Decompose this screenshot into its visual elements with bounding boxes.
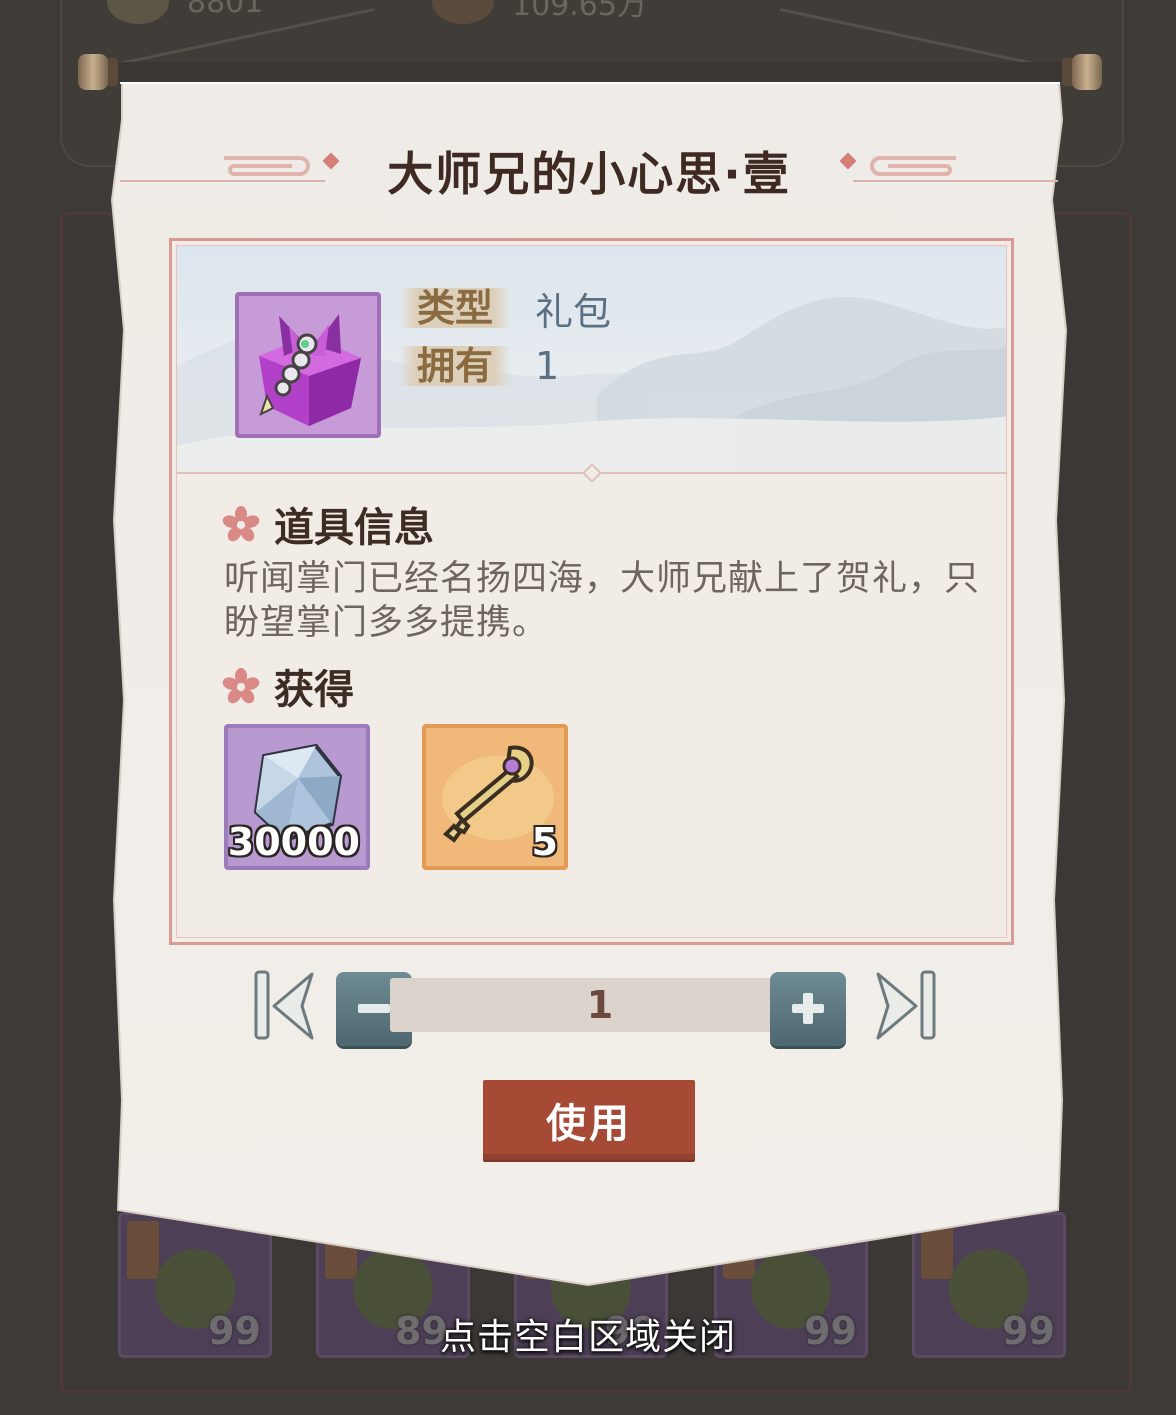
reward-slot-key[interactable]: 5 xyxy=(422,724,568,870)
reward-slot-crystal[interactable]: 30000 xyxy=(224,724,370,870)
item-detail-card: 类型 礼包 拥有 1 道具信息 听闻掌门已经名扬四海，大师兄献上了贺礼，只盼望掌… xyxy=(169,238,1014,945)
item-description: 听闻掌门已经名扬四海，大师兄献上了贺礼，只盼望掌门多多提携。 xyxy=(224,559,981,643)
item-type-value: 礼包 xyxy=(535,289,612,334)
divider xyxy=(177,463,1006,483)
item-info-heading: 道具信息 xyxy=(222,499,434,551)
reward-count: 5 xyxy=(531,820,558,864)
item-info-title: 道具信息 xyxy=(274,505,434,551)
rod-end-left xyxy=(78,54,108,90)
item-owned-row: 拥有 1 xyxy=(399,344,559,388)
dialog-title-row: 大师兄的小心思·壹 xyxy=(120,130,1058,210)
item-type-row: 类型 礼包 xyxy=(399,286,611,334)
quantity-value[interactable]: 1 xyxy=(390,978,810,1032)
plum-flower-icon xyxy=(222,668,260,704)
obtain-heading: 获得 xyxy=(222,661,354,713)
use-button[interactable]: 使用 xyxy=(483,1080,695,1160)
reward-count: 30000 xyxy=(227,820,360,864)
item-type-label: 类型 xyxy=(399,288,511,328)
rod-end-right xyxy=(1072,54,1102,90)
purple-gift-box-icon xyxy=(235,292,381,438)
skip-to-min-icon[interactable] xyxy=(250,968,318,1044)
item-owned-label: 拥有 xyxy=(399,346,511,386)
close-hint[interactable]: 点击空白区域关闭 xyxy=(0,1308,1176,1360)
quantity-stepper: 1 xyxy=(250,968,942,1048)
item-owned-value: 1 xyxy=(535,344,560,388)
scroll-rod xyxy=(78,54,1102,90)
obtain-title: 获得 xyxy=(274,667,354,713)
skip-to-max-icon[interactable] xyxy=(872,968,940,1044)
plum-flower-icon xyxy=(222,506,260,542)
increase-button[interactable] xyxy=(770,972,846,1046)
cloud-ornament-icon xyxy=(870,156,956,176)
item-header: 类型 礼包 拥有 1 xyxy=(177,246,1006,472)
